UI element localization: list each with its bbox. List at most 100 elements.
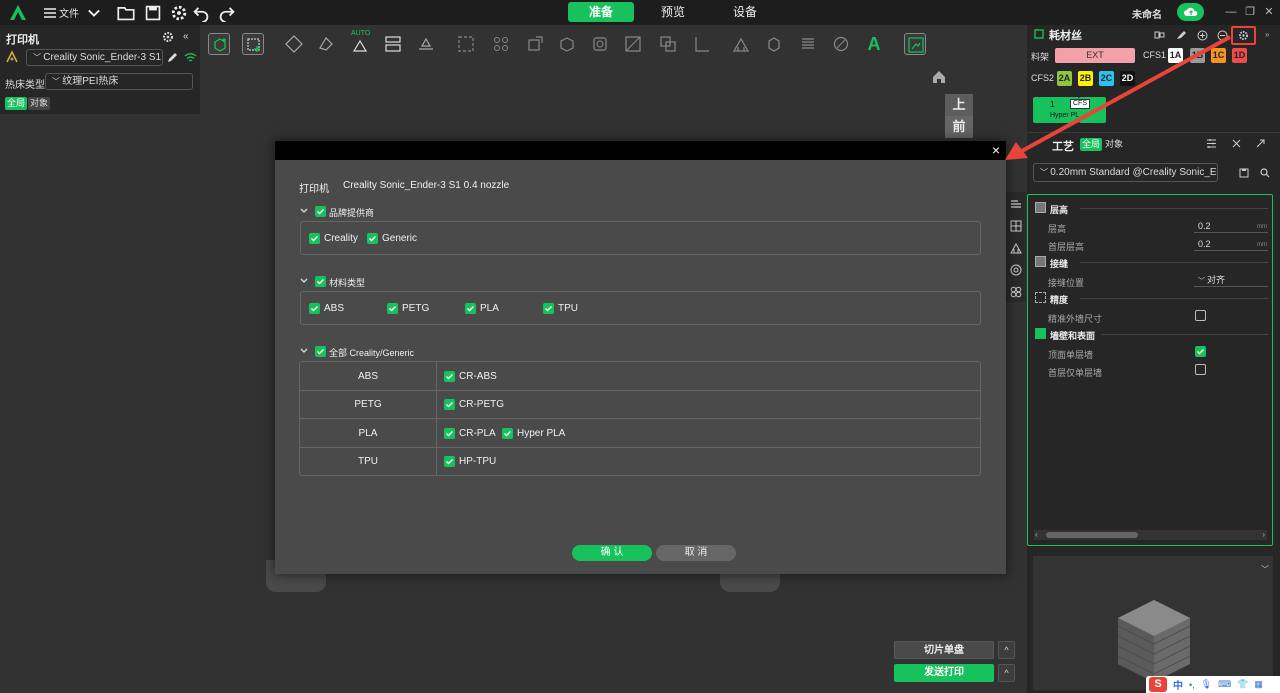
printer-select[interactable]: ﹀ Creality Sonic_Ender-3 S1 0...: [26, 49, 163, 66]
grid-icon[interactable]: [1010, 220, 1022, 232]
scope-global-toggle[interactable]: 全局: [5, 97, 27, 110]
confirm-button[interactable]: 确 认: [572, 545, 652, 561]
save-icon[interactable]: [144, 4, 162, 21]
toolbox-icon[interactable]: ▦: [1254, 679, 1263, 690]
gear-icon[interactable]: [170, 4, 188, 21]
remove-filament-icon[interactable]: [1217, 30, 1228, 41]
tab-preview[interactable]: 预览: [640, 2, 706, 22]
slot-1a[interactable]: 1A: [1168, 48, 1183, 63]
collapse-filament-icon[interactable]: »: [1265, 30, 1269, 39]
prop-precise-wall-checkbox[interactable]: [1195, 310, 1206, 321]
view-cube-top[interactable]: 上: [945, 94, 973, 116]
redo-icon[interactable]: [218, 4, 236, 22]
filament-cr-pla-checkbox[interactable]: [444, 428, 455, 439]
add-filament-icon[interactable]: [1197, 30, 1208, 41]
auto-orient-tool[interactable]: AUTO: [349, 30, 371, 55]
svg-import-tool[interactable]: [904, 33, 926, 55]
file-menu[interactable]: 文件: [58, 4, 80, 21]
printer-settings-icon[interactable]: [162, 31, 174, 43]
search-icon[interactable]: [1260, 168, 1270, 178]
chevron-down-icon[interactable]: [299, 346, 309, 356]
slot-2c[interactable]: 2C: [1099, 71, 1114, 86]
vendor-generic-checkbox[interactable]: [367, 233, 378, 244]
save-preset-icon[interactable]: [1239, 168, 1249, 178]
keyboard-icon[interactable]: ⌨: [1218, 679, 1231, 690]
chevron-down-icon[interactable]: [299, 206, 309, 216]
place-face-tool[interactable]: [315, 33, 337, 55]
scrollbar-thumb[interactable]: [1046, 532, 1138, 538]
process-compare-icon[interactable]: [1231, 138, 1242, 149]
lay-flat-tool[interactable]: [415, 33, 437, 55]
vendor-creality-checkbox[interactable]: [309, 233, 320, 244]
slot-1b[interactable]: 1B: [1190, 48, 1205, 63]
measure-tool[interactable]: [691, 33, 713, 55]
open-folder-icon[interactable]: [117, 4, 135, 21]
microphone-icon[interactable]: 🎙: [1201, 679, 1212, 690]
process-more-icon[interactable]: [1255, 138, 1266, 149]
tab-device[interactable]: 设备: [712, 2, 778, 22]
orient-tool[interactable]: [283, 33, 305, 55]
minimize-icon[interactable]: —: [1224, 5, 1238, 19]
close-window-icon[interactable]: ✕: [1262, 5, 1276, 19]
rotate-tool[interactable]: [589, 33, 611, 55]
filament-cr-abs-checkbox[interactable]: [444, 371, 455, 382]
undo-icon[interactable]: [192, 4, 210, 22]
tab-prepare[interactable]: 准备: [568, 2, 634, 22]
add-object-tool[interactable]: [208, 33, 230, 55]
move-tool[interactable]: [556, 33, 578, 55]
view-cube-front[interactable]: 前: [945, 116, 973, 138]
menu-icon[interactable]: [43, 4, 57, 21]
support-paint-tool[interactable]: [730, 33, 752, 55]
scope-object-toggle[interactable]: 对象: [28, 97, 50, 110]
view-cube[interactable]: 上 前: [945, 94, 973, 138]
vendors-all-checkbox[interactable]: [315, 206, 326, 217]
filament-settings-button[interactable]: [1231, 26, 1256, 45]
chevron-down-icon[interactable]: [85, 4, 103, 21]
punctuation-icon[interactable]: •,: [1189, 680, 1195, 690]
split-parts-tool[interactable]: [490, 33, 512, 55]
process-preset-select[interactable]: ﹀ 0.20mm Standard @Creality Sonic_Ender.…: [1033, 163, 1218, 182]
prop-first-layer-height-input[interactable]: 0.2 mm: [1194, 238, 1268, 251]
send-options-icon[interactable]: ^: [998, 664, 1015, 682]
process-global-toggle[interactable]: 全局: [1080, 138, 1102, 151]
sogou-logo-icon[interactable]: S: [1149, 677, 1167, 692]
sync-icon[interactable]: [1154, 30, 1165, 40]
cancel-button[interactable]: 取 消: [656, 545, 736, 561]
slot-1c[interactable]: 1C: [1211, 48, 1226, 63]
ext-slot[interactable]: EXT: [1055, 48, 1135, 63]
variable-layer-tool[interactable]: [797, 33, 819, 55]
type-tpu-checkbox[interactable]: [543, 303, 554, 314]
support-icon[interactable]: [1010, 242, 1022, 254]
prop-seam-position-select[interactable]: ﹀ 对齐: [1194, 274, 1268, 287]
cloud-upload-button[interactable]: [1177, 3, 1204, 21]
types-all-checkbox[interactable]: [315, 276, 326, 287]
scroll-left-icon[interactable]: ‹: [1035, 530, 1038, 539]
settings-circle-icon[interactable]: [1010, 264, 1022, 276]
color-paint-tool[interactable]: [830, 33, 852, 55]
edit-printer-icon[interactable]: [166, 51, 179, 64]
text-tool[interactable]: A: [863, 33, 885, 55]
edit-filament-icon[interactable]: [1176, 30, 1187, 40]
slot-2d[interactable]: 2D: [1120, 71, 1135, 86]
bed-type-select[interactable]: ﹀ 纹理PEI热床: [45, 73, 193, 90]
slot-1d[interactable]: 1D: [1232, 48, 1247, 63]
chevron-down-icon[interactable]: ﹀: [1261, 564, 1269, 575]
slot-2b[interactable]: 2B: [1078, 71, 1093, 86]
prop-first-single-wall-checkbox[interactable]: [1195, 364, 1206, 375]
prop-top-single-wall-checkbox[interactable]: [1195, 346, 1206, 357]
close-icon[interactable]: ×: [992, 142, 1000, 158]
add-plate-tool[interactable]: [242, 33, 264, 55]
send-print-button[interactable]: 发送打印: [894, 664, 994, 682]
type-abs-checkbox[interactable]: [309, 303, 320, 314]
slice-plate-button[interactable]: 切片单盘: [894, 641, 994, 659]
process-list-icon[interactable]: [1206, 138, 1217, 149]
process-object-toggle[interactable]: 对象: [1103, 138, 1125, 151]
filament-cr-petg-checkbox[interactable]: [444, 399, 455, 410]
seam-paint-tool[interactable]: [763, 33, 785, 55]
all-filaments-checkbox[interactable]: [315, 346, 326, 357]
type-petg-checkbox[interactable]: [387, 303, 398, 314]
arrange-tool[interactable]: [382, 33, 404, 55]
type-pla-checkbox[interactable]: [465, 303, 476, 314]
horizontal-scrollbar[interactable]: ‹ ›: [1034, 530, 1267, 540]
split-objects-tool[interactable]: [455, 33, 477, 55]
